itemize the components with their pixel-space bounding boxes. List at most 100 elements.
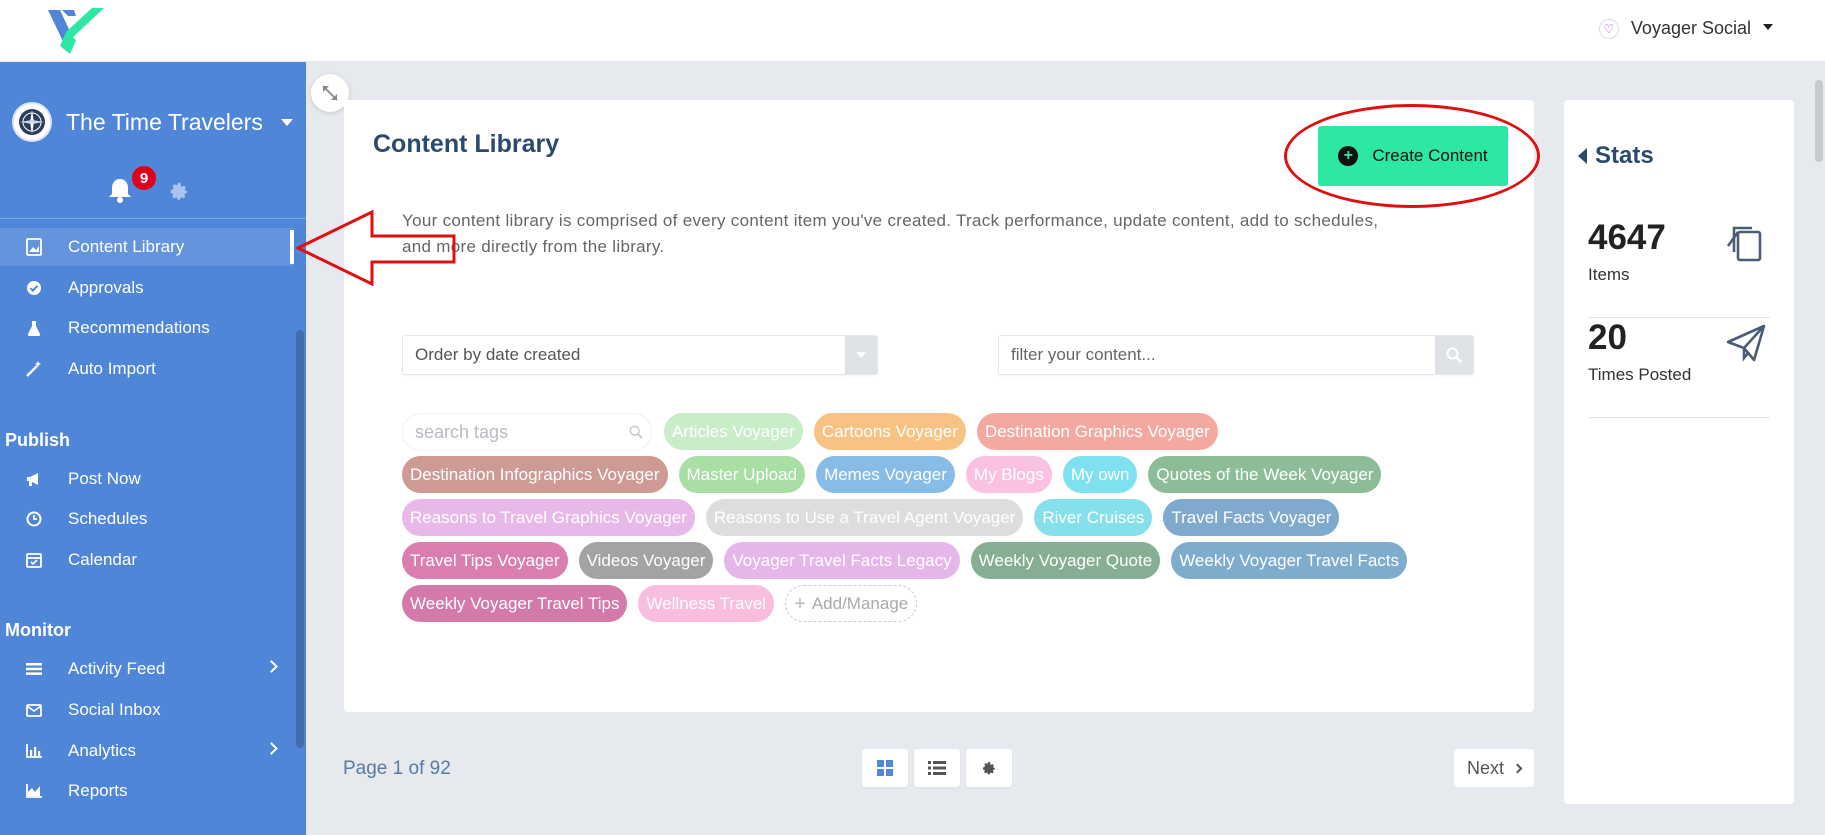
page-title: Content Library <box>373 130 560 158</box>
tag-row: Travel Tips Voyager Videos Voyager Voyager… <box>402 542 1408 579</box>
bell-icon[interactable] <box>106 176 134 204</box>
stat-label: Times Posted <box>1588 365 1692 384</box>
gear-icon[interactable] <box>168 180 190 202</box>
team-avatar <box>12 102 52 142</box>
compass-icon <box>19 109 45 135</box>
tag-row: Reasons to Travel Graphics Voyager Reason… <box>402 499 1340 536</box>
stat-value: 4647 <box>1588 218 1666 257</box>
list-view-button[interactable] <box>914 749 960 787</box>
tag-chip[interactable]: Destination Graphics Voyager <box>976 413 1218 450</box>
tag-chip[interactable]: Master Upload <box>678 456 806 493</box>
brand-logo[interactable] <box>46 4 108 58</box>
tag-chip[interactable]: Articles Voyager <box>664 413 803 450</box>
sidebar-item-label: Calendar <box>68 550 137 569</box>
content-library-card: Content Library + Create Content Your co… <box>344 100 1540 712</box>
heart-icon: ♡ <box>1598 18 1619 39</box>
tag-chip[interactable]: Weekly Voyager Quote <box>970 542 1161 579</box>
sidebar-item-calendar[interactable]: Calendar <box>0 541 294 579</box>
view-settings-button[interactable] <box>966 749 1012 787</box>
team-switcher[interactable]: The Time Travelers <box>12 102 293 142</box>
tag-search-field <box>402 413 652 451</box>
sidebar-item-label: Auto Import <box>68 359 156 378</box>
sidebar-item-post-now[interactable]: Post Now <box>0 460 294 498</box>
sidebar-item-reports[interactable]: Reports <box>0 772 294 810</box>
sidebar-item-analytics[interactable]: Analytics <box>0 732 294 770</box>
search-icon <box>621 425 651 439</box>
stats-toggle[interactable]: Stats <box>1578 142 1654 170</box>
sidebar-item-social-inbox[interactable]: Social Inbox <box>0 691 294 729</box>
sidebar-item-activity-feed[interactable]: Activity Feed <box>0 650 294 688</box>
tag-search-input[interactable] <box>403 421 621 443</box>
team-name: The Time Travelers <box>66 108 263 135</box>
sidebar-item-content-library[interactable]: Content Library <box>0 228 294 266</box>
order-select-value: Order by date created <box>415 345 581 364</box>
stat-label: Items <box>1588 265 1630 284</box>
tag-chip[interactable]: Reasons to Travel Graphics Voyager <box>402 499 695 536</box>
area-chart-icon <box>24 781 44 801</box>
create-content-button[interactable]: + Create Content <box>1318 126 1508 186</box>
tag-chip[interactable]: Weekly Voyager Travel Facts <box>1171 542 1408 579</box>
sidebar-item-label: Analytics <box>68 741 137 760</box>
sidebar-item-approvals[interactable]: Approvals <box>0 269 294 307</box>
sidebar-item-label: Post Now <box>68 469 141 488</box>
check-circle-icon <box>24 278 44 298</box>
tag-chip[interactable]: My Blogs <box>965 456 1052 493</box>
tag-chip[interactable]: Travel Tips Voyager <box>402 542 568 579</box>
paper-plane-icon <box>1726 324 1766 362</box>
envelope-icon <box>24 700 44 720</box>
tag-chip[interactable]: My own <box>1062 456 1138 493</box>
stats-title: Stats <box>1595 142 1654 169</box>
next-label: Next <box>1466 757 1504 778</box>
tag-chip[interactable]: Reasons to Use a Travel Agent Voyager <box>705 499 1024 536</box>
sidebar-item-auto-import[interactable]: Auto Import <box>0 350 294 388</box>
tag-chip[interactable]: Destination Infographics Voyager <box>402 456 668 493</box>
tag-row: Destination Infographics Voyager Master U… <box>402 456 1382 493</box>
order-select[interactable]: Order by date created <box>402 335 878 375</box>
bar-chart-icon <box>24 741 44 761</box>
top-bar: ♡ Voyager Social <box>0 0 1825 62</box>
account-menu[interactable]: ♡ Voyager Social <box>1598 18 1773 39</box>
sidebar-item-label: Social Inbox <box>68 700 161 719</box>
image-file-icon <box>24 237 44 257</box>
copy-icon <box>1726 226 1762 262</box>
search-button[interactable] <box>1435 336 1473 374</box>
flask-icon <box>24 318 44 338</box>
add-manage-tags-button[interactable]: + Add/Manage <box>785 585 918 622</box>
tag-chip[interactable]: Memes Voyager <box>816 456 955 493</box>
next-page-button[interactable]: Next <box>1454 749 1534 787</box>
chevron-right-icon <box>1512 763 1523 773</box>
tag-chip[interactable]: Weekly Voyager Travel Tips <box>402 585 628 622</box>
create-content-label: Create Content <box>1372 146 1488 165</box>
sidebar-item-schedules[interactable]: Schedules <box>0 500 294 538</box>
filter-content-field <box>998 335 1474 375</box>
stat-items: 4647 Items <box>1588 218 1770 318</box>
sidebar-item-label: Schedules <box>68 509 148 528</box>
tag-chip[interactable]: Cartoons Voyager <box>813 413 966 450</box>
dropdown-toggle[interactable] <box>845 336 877 374</box>
chevron-right-icon <box>265 742 278 755</box>
tag-row: Weekly Voyager Travel Tips Wellness Trave… <box>402 585 918 622</box>
tag-chip[interactable]: Videos Voyager <box>578 542 714 579</box>
sidebar-item-recommendations[interactable]: Recommendations <box>0 309 294 347</box>
sidebar-item-label: Content Library <box>68 237 185 256</box>
stat-value: 20 <box>1588 318 1627 357</box>
section-title-publish: Publish <box>5 430 71 450</box>
grid-view-button[interactable] <box>862 749 908 787</box>
account-name: Voyager Social <box>1630 18 1751 38</box>
tag-chip[interactable]: Quotes of the Week Voyager <box>1148 456 1382 493</box>
sidebar: The Time Travelers 9 Content Library App… <box>0 62 306 835</box>
tag-chip[interactable]: Wellness Travel <box>638 585 775 622</box>
tag-chip[interactable]: River Cruises <box>1034 499 1153 536</box>
tag-chip[interactable]: Travel Facts Voyager <box>1163 499 1340 536</box>
chevron-down-icon <box>856 352 866 358</box>
page-description: Your content library is comprised of eve… <box>402 211 1379 256</box>
tag-chip[interactable]: Voyager Travel Facts Legacy <box>724 542 960 579</box>
sidebar-scrollbar[interactable] <box>296 330 304 748</box>
calendar-check-icon <box>24 550 44 570</box>
magic-wand-icon <box>24 359 44 379</box>
stats-panel: Stats 4647 Items 20 Times Posted <box>1564 100 1794 804</box>
page-scrollbar[interactable] <box>1815 80 1823 162</box>
filter-content-input[interactable] <box>999 345 1435 365</box>
tag-row: Articles Voyager Cartoons Voyager Destinat… <box>664 413 1218 450</box>
chevron-down-icon <box>280 118 293 126</box>
